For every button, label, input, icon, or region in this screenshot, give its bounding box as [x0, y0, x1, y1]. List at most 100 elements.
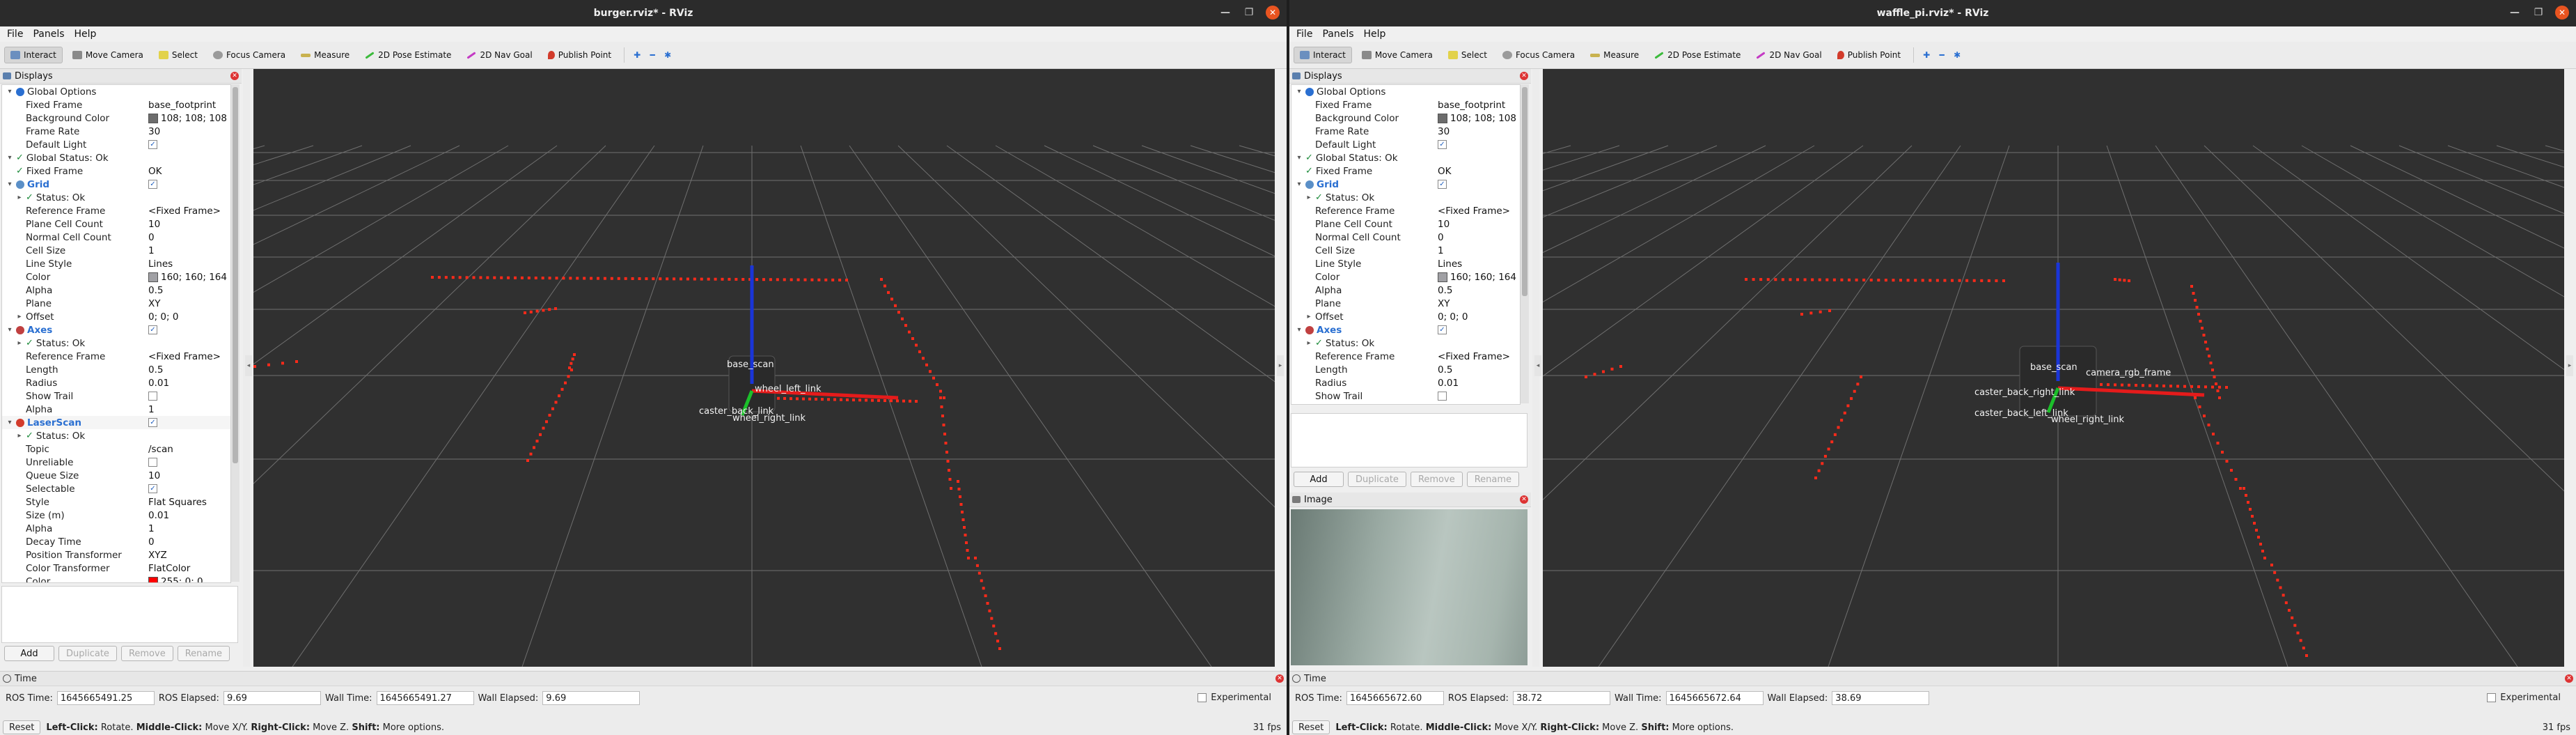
tree-row[interactable]: Alpha 0.5	[2, 284, 230, 297]
close-panel-icon[interactable]: ✕	[1520, 72, 1528, 80]
tree-row-value[interactable]: 0	[1438, 232, 1444, 243]
collapse-right-handle[interactable]: ▸	[2566, 355, 2573, 376]
tool-move-camera[interactable]: Move Camera	[1356, 47, 1438, 63]
tree-row[interactable]: ▾ Grid ✓	[1291, 178, 1520, 191]
tree-row[interactable]: Reference Frame <Fixed Frame>	[2, 204, 230, 217]
tree-row-value[interactable]: 1	[1438, 245, 1444, 256]
tree-row-value[interactable]: 0.01	[148, 378, 169, 389]
tool-2d-pose-estimate[interactable]: 2D Pose Estimate	[1649, 47, 1746, 63]
tree-row[interactable]: Line Style Lines	[1291, 257, 1520, 270]
tree-row-value[interactable]: 108; 108; 108	[148, 113, 227, 124]
tool-publish-point[interactable]: Publish Point	[1832, 47, 1906, 63]
tree-row-value[interactable]: 30	[1438, 126, 1450, 137]
tree-row-value[interactable]: 1	[148, 523, 155, 534]
tree-row-value[interactable]: 1	[148, 245, 155, 256]
expand-down-icon[interactable]: ▾	[6, 154, 13, 162]
tree-row-value[interactable]: 30	[148, 126, 160, 137]
property-checkbox[interactable]: ✓	[1438, 325, 1447, 334]
tree-row-value[interactable]: ✓	[1438, 325, 1447, 334]
tree-row-value[interactable]: XY	[148, 298, 161, 309]
tree-row[interactable]: Show Trail	[1291, 389, 1520, 403]
tool-measure[interactable]: Measure	[295, 47, 355, 63]
tool-interact[interactable]: Interact	[4, 47, 63, 63]
tree-row[interactable]: Alpha 0.5	[1291, 284, 1520, 297]
tree-row-value[interactable]: ✓	[148, 325, 157, 334]
tree-row-value[interactable]	[148, 392, 157, 401]
tree-row[interactable]: Decay Time 0	[2, 535, 230, 548]
expand-right-icon[interactable]: ▸	[1305, 313, 1312, 320]
tree-row[interactable]: Plane Cell Count 10	[1291, 217, 1520, 231]
property-checkbox[interactable]: ✓	[148, 180, 157, 189]
duplicate-button[interactable]: Duplicate	[58, 646, 117, 661]
close-time-panel-icon[interactable]: ✕	[2565, 674, 2573, 683]
close-panel-icon[interactable]: ✕	[230, 72, 239, 80]
tree-row-value[interactable]: ✓	[148, 418, 157, 427]
expand-down-icon[interactable]: ▾	[6, 419, 13, 426]
tree-row[interactable]: ▸ ✓ Status: Ok	[2, 429, 230, 442]
tree-row[interactable]: Normal Cell Count 0	[2, 231, 230, 244]
tool-2d-pose-estimate[interactable]: 2D Pose Estimate	[359, 47, 457, 63]
tree-row[interactable]: Selectable ✓	[2, 482, 230, 495]
tree-row-value[interactable]: Lines	[148, 258, 173, 270]
experimental-option[interactable]: Experimental	[1197, 693, 1271, 703]
tree-row-value[interactable]: <Fixed Frame>	[1438, 351, 1510, 362]
duplicate-button[interactable]: Duplicate	[1348, 472, 1406, 487]
collapse-right-handle[interactable]: ▸	[1277, 355, 1284, 376]
tree-row-value[interactable]: base_footprint	[1438, 100, 1505, 111]
tree-row-value[interactable]: 10	[148, 470, 160, 481]
tree-row[interactable]: Fixed Frame base_footprint	[1291, 98, 1520, 111]
tree-row-value[interactable]: 0.01	[1438, 378, 1459, 389]
expand-down-icon[interactable]: ▾	[6, 88, 13, 95]
tree-row[interactable]: Position Transformer XYZ	[2, 548, 230, 562]
expand-right-icon[interactable]: ▸	[16, 194, 23, 201]
property-checkbox[interactable]: ✓	[148, 140, 157, 149]
property-checkbox[interactable]: ✓	[1438, 180, 1447, 189]
tree-row[interactable]: Show Trail	[2, 389, 230, 403]
tree-row-value[interactable]: 0; 0; 0	[1438, 311, 1468, 323]
tree-row-value[interactable]: 1	[148, 404, 155, 415]
color-swatch[interactable]	[1438, 113, 1447, 123]
tree-row[interactable]: Unreliable	[2, 456, 230, 469]
menu-panels[interactable]: Panels	[1322, 29, 1353, 40]
expand-down-icon[interactable]: ▾	[1296, 180, 1303, 188]
expand-down-icon[interactable]: ▾	[1296, 154, 1303, 162]
minimize-icon[interactable]: —	[2508, 6, 2522, 20]
tree-row[interactable]: Background Color 108; 108; 108	[2, 111, 230, 125]
tool-move-camera[interactable]: Move Camera	[67, 47, 149, 63]
tree-row[interactable]: Radius 0.01	[1291, 376, 1520, 389]
property-checkbox[interactable]	[148, 458, 157, 467]
expand-down-icon[interactable]: ▾	[6, 180, 13, 188]
tree-row[interactable]: Cell Size 1	[2, 244, 230, 257]
tree-row[interactable]: ▾ ✓ Global Status: Ok	[2, 151, 230, 164]
property-checkbox[interactable]	[148, 392, 157, 401]
tree-row-value[interactable]: 0.5	[148, 364, 163, 376]
scrollbar-thumb[interactable]	[233, 87, 238, 463]
tree-row-value[interactable]: 0.5	[148, 285, 163, 296]
tree-row-value[interactable]: Flat Squares	[148, 497, 207, 508]
menu-file[interactable]: File	[1296, 29, 1312, 40]
tree-row[interactable]: Cell Size 1	[1291, 244, 1520, 257]
tree-row[interactable]: Frame Rate 30	[2, 125, 230, 138]
reset-button[interactable]: Reset	[3, 720, 41, 734]
tree-row-value[interactable]: XYZ	[148, 550, 167, 561]
experimental-checkbox[interactable]	[1197, 693, 1207, 702]
tree-row-value[interactable]: <Fixed Frame>	[148, 206, 221, 217]
tree-row[interactable]: ▸ Offset 0; 0; 0	[2, 310, 230, 323]
tree-row-value[interactable]	[1438, 392, 1447, 401]
maximize-icon[interactable]: ❐	[2531, 6, 2545, 20]
tree-row[interactable]: ▾ Global Options	[1291, 85, 1520, 98]
tree-row-value[interactable]: base_footprint	[148, 100, 216, 111]
displays-scrollbar[interactable]	[231, 84, 239, 582]
tool-properties-icon[interactable]: ✱	[662, 49, 673, 61]
remove-button[interactable]: Remove	[120, 646, 173, 661]
tree-row-value[interactable]: 10	[148, 219, 160, 230]
tree-row-value[interactable]: ✓	[1438, 180, 1447, 189]
tool-publish-point[interactable]: Publish Point	[542, 47, 617, 63]
color-swatch[interactable]	[148, 576, 158, 582]
experimental-checkbox[interactable]	[2487, 693, 2497, 702]
tree-row[interactable]: Reference Frame <Fixed Frame>	[2, 350, 230, 363]
property-checkbox[interactable]: ✓	[148, 418, 157, 427]
expand-right-icon[interactable]: ▸	[16, 339, 23, 347]
remove-button[interactable]: Remove	[1410, 472, 1463, 487]
menu-panels[interactable]: Panels	[33, 29, 64, 40]
